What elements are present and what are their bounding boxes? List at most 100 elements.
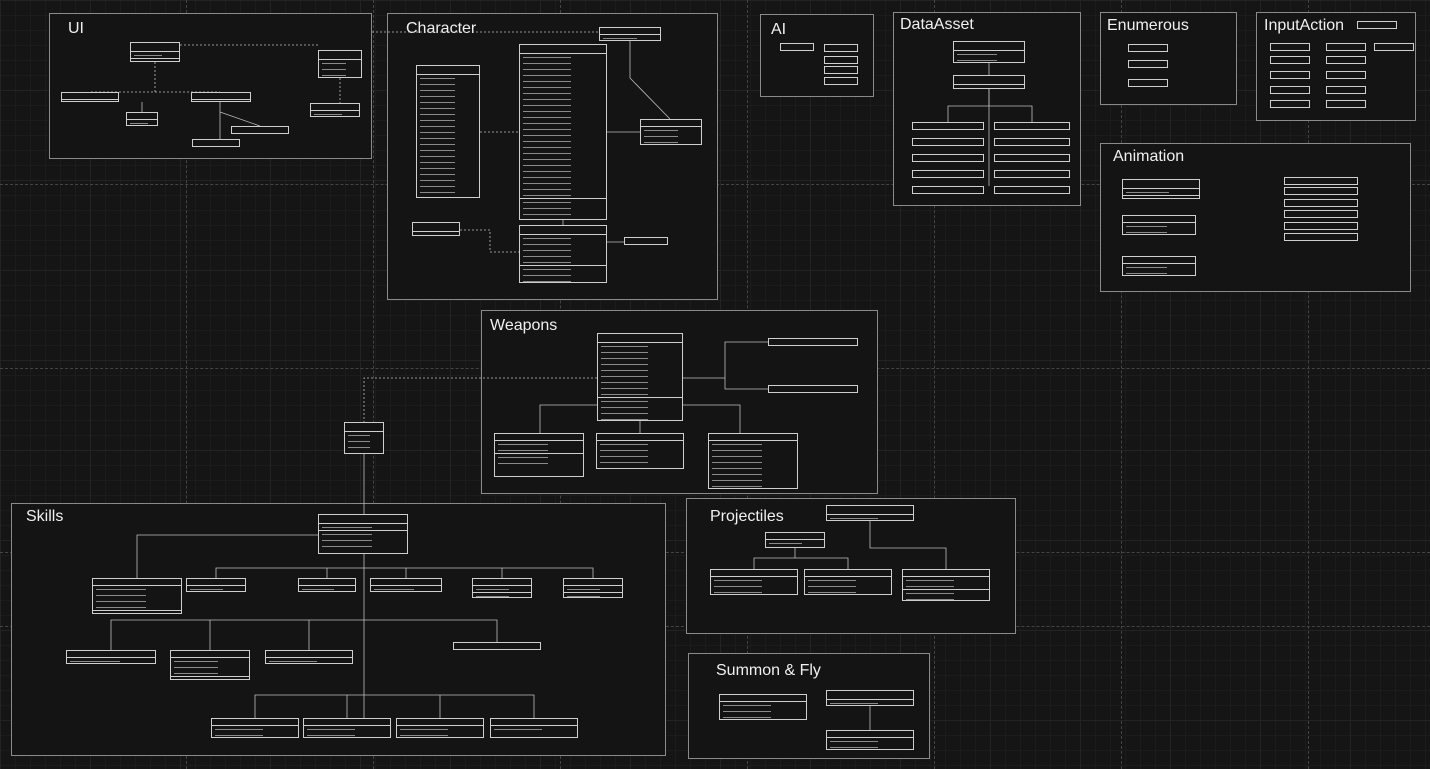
class-box[interactable] <box>1284 187 1358 195</box>
class-box[interactable] <box>126 112 158 126</box>
class-box[interactable] <box>192 139 240 147</box>
class-box[interactable] <box>994 138 1070 146</box>
class-box[interactable] <box>710 569 798 595</box>
class-box[interactable] <box>412 222 460 236</box>
class-box[interactable] <box>994 122 1070 130</box>
class-box[interactable] <box>318 514 408 554</box>
class-box[interactable] <box>1270 86 1310 94</box>
class-box[interactable] <box>1326 86 1366 94</box>
class-box-header <box>1271 101 1309 107</box>
class-box[interactable] <box>344 422 384 454</box>
class-box[interactable] <box>599 27 661 41</box>
class-box[interactable] <box>1128 44 1168 52</box>
class-box[interactable] <box>708 433 798 489</box>
class-box[interactable] <box>1122 256 1196 276</box>
class-box-header <box>1123 180 1199 189</box>
class-box[interactable] <box>719 694 807 720</box>
class-box[interactable] <box>370 578 442 592</box>
class-box[interactable] <box>824 56 858 64</box>
class-box[interactable] <box>826 730 914 750</box>
class-box[interactable] <box>231 126 289 134</box>
class-box[interactable] <box>912 170 984 178</box>
class-box[interactable] <box>804 569 892 595</box>
class-box[interactable] <box>170 650 250 680</box>
class-box[interactable] <box>824 44 858 52</box>
class-box[interactable] <box>1326 100 1366 108</box>
class-member <box>520 278 606 282</box>
class-box[interactable] <box>953 41 1025 63</box>
class-box[interactable] <box>519 44 607 220</box>
class-box[interactable] <box>1128 60 1168 68</box>
class-box[interactable] <box>1284 210 1358 218</box>
class-box-header <box>1271 87 1309 93</box>
class-box[interactable] <box>1374 43 1414 51</box>
class-box-header <box>913 171 983 177</box>
class-box[interactable] <box>265 650 353 664</box>
class-box[interactable] <box>1326 43 1366 51</box>
class-box[interactable] <box>494 433 584 477</box>
class-box[interactable] <box>1284 222 1358 230</box>
class-box[interactable] <box>780 43 814 51</box>
class-box-header <box>995 171 1069 177</box>
class-box[interactable] <box>303 718 391 738</box>
class-box[interactable] <box>130 42 180 62</box>
class-box[interactable] <box>826 690 914 706</box>
class-box[interactable] <box>519 225 607 283</box>
class-box[interactable] <box>191 92 251 102</box>
class-box[interactable] <box>310 103 360 117</box>
class-box[interactable] <box>1284 199 1358 207</box>
class-member <box>598 416 682 420</box>
class-box-header <box>62 93 118 100</box>
class-box[interactable] <box>1270 100 1310 108</box>
class-box[interactable] <box>912 138 984 146</box>
class-box[interactable] <box>1270 56 1310 64</box>
class-box[interactable] <box>1284 233 1358 241</box>
class-box[interactable] <box>92 578 182 614</box>
class-box[interactable] <box>61 92 119 102</box>
class-box-header <box>520 45 606 54</box>
class-box[interactable] <box>1326 56 1366 64</box>
class-box[interactable] <box>1284 177 1358 185</box>
class-box[interactable] <box>1128 79 1168 87</box>
class-box[interactable] <box>768 385 858 393</box>
class-box[interactable] <box>902 569 990 601</box>
class-box[interactable] <box>826 505 914 521</box>
relation-line <box>724 378 768 390</box>
class-box[interactable] <box>640 119 702 145</box>
class-box[interactable] <box>994 186 1070 194</box>
class-box[interactable] <box>416 65 480 198</box>
class-box-header <box>995 155 1069 161</box>
class-box[interactable] <box>1357 21 1397 29</box>
class-box[interactable] <box>472 578 532 598</box>
class-box[interactable] <box>768 338 858 346</box>
class-box[interactable] <box>912 122 984 130</box>
class-box[interactable] <box>824 66 858 74</box>
class-box[interactable] <box>1122 179 1200 199</box>
class-box[interactable] <box>953 75 1025 89</box>
class-box-header <box>495 434 583 441</box>
class-box[interactable] <box>318 50 362 78</box>
class-box[interactable] <box>596 433 684 469</box>
class-box[interactable] <box>1122 215 1196 235</box>
class-box-header <box>995 187 1069 193</box>
class-box[interactable] <box>912 186 984 194</box>
class-box[interactable] <box>490 718 578 738</box>
class-box[interactable] <box>765 532 825 548</box>
class-box[interactable] <box>563 578 623 598</box>
class-box[interactable] <box>1270 71 1310 79</box>
class-box[interactable] <box>994 170 1070 178</box>
class-box[interactable] <box>66 650 156 664</box>
class-box[interactable] <box>912 154 984 162</box>
class-box[interactable] <box>396 718 484 738</box>
class-box[interactable] <box>298 578 356 592</box>
class-box[interactable] <box>597 333 683 421</box>
class-box[interactable] <box>994 154 1070 162</box>
class-box[interactable] <box>453 642 541 650</box>
class-box[interactable] <box>211 718 299 738</box>
class-box[interactable] <box>1326 71 1366 79</box>
class-box[interactable] <box>624 237 668 245</box>
class-box[interactable] <box>186 578 246 592</box>
class-box[interactable] <box>1270 43 1310 51</box>
class-box[interactable] <box>824 77 858 85</box>
class-member <box>827 700 913 705</box>
